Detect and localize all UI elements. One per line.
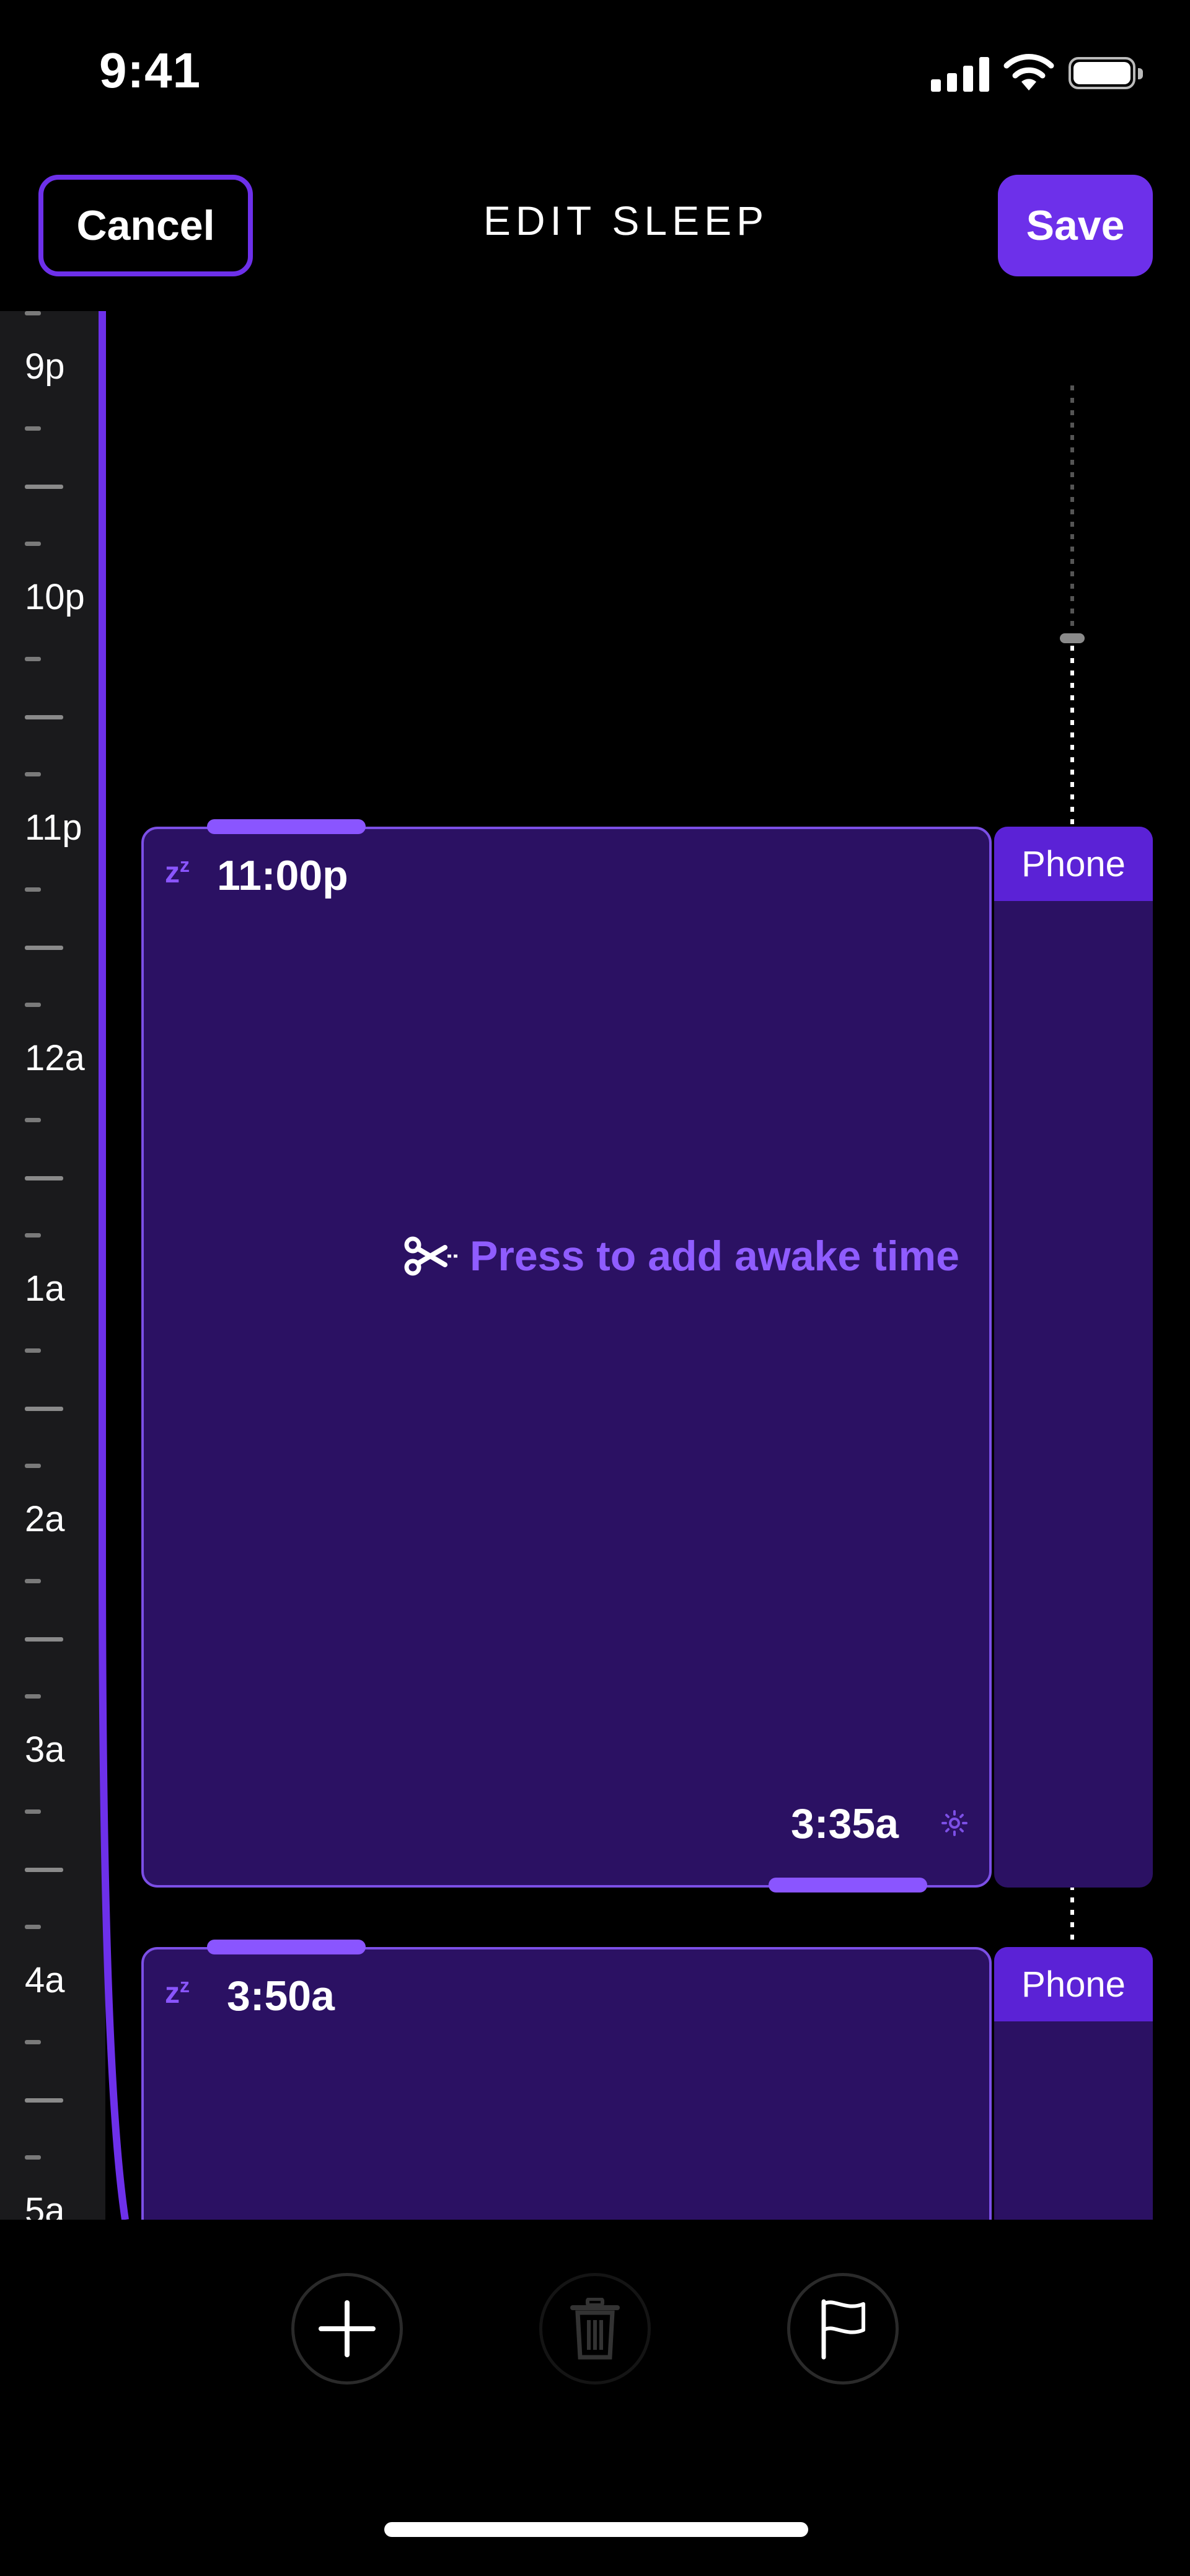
hour-label: 5a: [25, 2191, 65, 2220]
add-awake-time-label: Press to add awake time: [470, 1233, 959, 1280]
wifi-icon: [1003, 54, 1054, 90]
scissors-icon: [404, 1236, 457, 1276]
hour-label: 4a: [25, 1960, 65, 2000]
sleep-zz-icon: zz: [165, 854, 190, 889]
sleep-start-time: 3:50a: [227, 1972, 335, 2020]
hour-label: 10p: [25, 577, 85, 617]
add-sleep-button[interactable]: [291, 2273, 403, 2385]
battery-icon: [1069, 57, 1143, 92]
hour-label: 12a: [25, 1038, 85, 1078]
add-awake-time-button[interactable]: Press to add awake time: [404, 1232, 959, 1280]
sleep-zz-icon: zz: [165, 1974, 190, 2010]
sleep-source-label: Phone: [994, 827, 1153, 901]
sun-icon: [941, 1810, 967, 1836]
save-button[interactable]: Save: [998, 175, 1153, 276]
hour-label: 9p: [25, 346, 65, 387]
hour-label: 1a: [25, 1268, 65, 1309]
trash-icon: [570, 2298, 620, 2360]
sleep-start-drag-handle[interactable]: [207, 819, 366, 834]
sleep-progress-line: [99, 311, 129, 2220]
sleep-block[interactable]: zz 3:50a: [141, 1947, 992, 2220]
sleep-block[interactable]: zz 11:00p Press to add awake time 3:35a: [141, 827, 992, 1888]
sleep-end-time: 3:35a: [791, 1800, 899, 1847]
sleep-start-drag-handle[interactable]: [207, 1940, 366, 1954]
home-indicator[interactable]: [384, 2522, 808, 2537]
sleep-source-column: Phone: [994, 1947, 1153, 2220]
hour-ruler[interactable]: 9p 10p 11p 12a 1a 2a 3a 4a 5a: [0, 311, 105, 2220]
page-title: EDIT SLEEP: [483, 198, 769, 244]
timeline-cursor-handle[interactable]: [1060, 633, 1085, 643]
cellular-signal-icon: [931, 57, 990, 92]
delete-sleep-button[interactable]: [539, 2273, 651, 2385]
sleep-end-drag-handle[interactable]: [769, 1878, 927, 1892]
hour-label: 2a: [25, 1499, 65, 1539]
plus-icon: [319, 2300, 376, 2357]
hour-label: 11p: [25, 807, 82, 848]
status-time: 9:41: [99, 43, 201, 98]
flag-sleep-button[interactable]: [787, 2273, 899, 2385]
sleep-start-time: 11:00p: [217, 852, 348, 899]
sleep-source-label: Phone: [994, 1947, 1153, 2021]
flag-icon: [821, 2299, 865, 2360]
hour-label: 3a: [25, 1730, 65, 1770]
cancel-button[interactable]: Cancel: [38, 175, 253, 276]
sleep-source-column: Phone: [994, 827, 1153, 1888]
sleep-timeline[interactable]: 9p 10p 11p 12a 1a 2a 3a 4a 5a zz 11:00p …: [0, 311, 1190, 2220]
